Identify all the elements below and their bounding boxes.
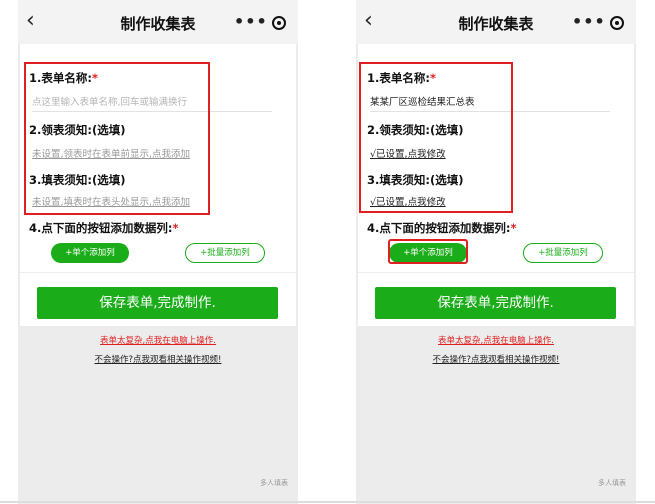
highlight-box: [359, 62, 513, 213]
divider: [358, 272, 634, 273]
phone-screen-left: ‹ 制作收集表 ••• 1.表单名称:* 点这里输入表单名称,回车或输满换行 2…: [18, 0, 298, 504]
watermark: 多人填表: [260, 479, 288, 487]
divider: [0, 501, 655, 503]
add-columns-label-text: 4.点下面的按钮添加数据列:: [367, 221, 511, 235]
watermark: 多人填表: [598, 479, 626, 487]
more-icon[interactable]: •••: [572, 11, 606, 33]
save-form-button[interactable]: 保存表单,完成制作.: [375, 287, 616, 319]
add-batch-columns-button[interactable]: +批量添加列: [523, 243, 603, 263]
nav-bar: ‹ 制作收集表 •••: [18, 0, 298, 44]
nav-bar: ‹ 制作收集表 •••: [356, 0, 636, 44]
add-columns-label: 4.点下面的按钮添加数据列:*: [367, 220, 516, 236]
add-batch-columns-button[interactable]: +批量添加列: [185, 243, 265, 263]
tutorial-video-link[interactable]: 不会操作?点我观看相关操作视频!: [18, 353, 298, 365]
miniprogram-capsule: •••: [566, 11, 628, 35]
highlight-button-box: [388, 239, 468, 264]
close-target-icon[interactable]: [272, 16, 286, 30]
miniprogram-capsule: •••: [228, 11, 290, 35]
highlight-box: [24, 62, 210, 215]
required-mark: *: [510, 221, 517, 235]
add-columns-label-text: 4.点下面的按钮添加数据列:: [29, 221, 173, 235]
complex-form-pc-link[interactable]: 表单太复杂,点我在电脑上操作.: [18, 334, 298, 346]
phone-screen-right: ‹ 制作收集表 ••• 1.表单名称:* 某某厂区巡检结果汇总表 2.领表须知:…: [356, 0, 636, 504]
complex-form-pc-link[interactable]: 表单太复杂,点我在电脑上操作.: [356, 334, 636, 346]
required-mark: *: [172, 221, 179, 235]
tutorial-video-link[interactable]: 不会操作?点我观看相关操作视频!: [356, 353, 636, 365]
save-form-button[interactable]: 保存表单,完成制作.: [37, 287, 278, 319]
divider: [20, 272, 296, 273]
close-target-icon[interactable]: [610, 16, 624, 30]
add-single-column-button[interactable]: +单个添加列: [51, 243, 129, 263]
more-icon[interactable]: •••: [234, 11, 268, 33]
add-columns-label: 4.点下面的按钮添加数据列:*: [29, 220, 178, 236]
